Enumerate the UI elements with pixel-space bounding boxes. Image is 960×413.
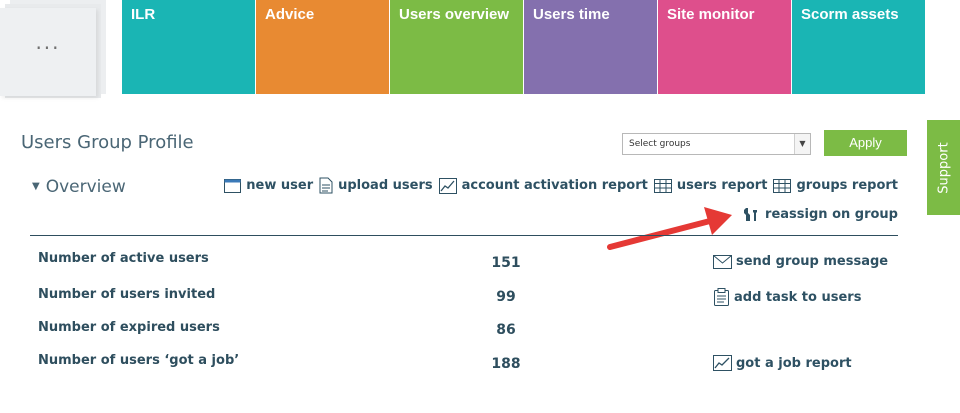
send-group-message-link[interactable]: send group message [713,254,888,269]
add-task-to-users-link[interactable]: add task to users [713,288,861,306]
envelope-icon [713,254,732,269]
tile-users-time[interactable]: Users time [524,0,658,94]
triangle-down-icon: ▼ [32,181,40,192]
users-report-link[interactable]: users report [653,178,768,193]
reassign-on-group-link[interactable]: reassign on group [743,207,898,222]
account-activation-report-label: account activation report [461,178,648,193]
select-groups-value: Select groups [629,139,691,149]
upload-users-link[interactable]: upload users [319,177,433,194]
window-icon [224,178,242,193]
tile-label: ILR [131,6,156,23]
overview-toggle[interactable]: ▼ Overview [32,177,126,197]
stat-label-got-a-job: Number of users ‘got a job’ [38,353,240,368]
tile-users-overview[interactable]: Users overview [390,0,524,94]
support-tab[interactable]: Support [927,120,960,215]
select-groups-dropdown[interactable]: Select groups ▼ [622,133,811,155]
document-icon [319,177,333,194]
stat-value-users-invited: 99 [496,289,516,305]
send-group-message-label: send group message [736,254,889,269]
new-user-link[interactable]: new user [224,178,313,193]
groups-report-link[interactable]: groups report [773,178,898,193]
tile-site-monitor[interactable]: Site monitor [658,0,792,94]
stat-value-got-a-job: 188 [491,356,521,372]
page-title: Users Group Profile [21,132,194,153]
got-a-job-report-label: got a job report [736,355,852,371]
chevron-down-icon[interactable]: ▼ [794,134,810,154]
tile-label: Users overview [399,6,510,23]
tile-ilr[interactable]: ILR [122,0,256,94]
tools-icon [744,208,758,221]
stat-label-users-invited: Number of users invited [38,287,216,302]
module-tiles: ILR Advice Users overview Users time Sit… [122,0,926,94]
tile-advice[interactable]: Advice [256,0,390,94]
got-a-job-report-link[interactable]: got a job report [713,355,852,371]
tile-scorm-assets[interactable]: Scorm assets [792,0,926,94]
stat-label-expired-users: Number of expired users [38,320,220,335]
overview-links: new user upload users account activation… [218,177,898,194]
line-chart-icon [713,355,732,371]
add-task-to-users-label: add task to users [734,289,862,305]
reassign-on-group-label: reassign on group [765,207,898,222]
upload-users-label: upload users [338,178,433,193]
overview-title: Overview [45,177,126,197]
groups-report-label: groups report [796,178,898,193]
account-activation-report-link[interactable]: account activation report [438,177,648,194]
tile-label: Users time [533,6,610,23]
table-icon [773,178,792,193]
support-label: Support [936,141,951,194]
table-icon [653,178,672,193]
stat-value-active-users: 151 [491,255,521,271]
app-menu-button[interactable]: ... [0,0,110,110]
tile-label: Site monitor [667,6,755,23]
annotation-arrow-icon [607,207,732,250]
line-chart-icon [438,177,457,194]
tile-label: Advice [265,6,315,23]
apply-button[interactable]: Apply [824,130,907,156]
section-divider [30,235,898,236]
stat-label-active-users: Number of active users [38,251,209,266]
users-report-label: users report [676,178,768,193]
tile-label: Scorm assets [801,6,899,23]
clipboard-icon [714,288,729,306]
more-dots-icon: ... [35,30,61,54]
stat-value-expired-users: 86 [496,322,516,338]
new-user-label: new user [246,178,314,193]
